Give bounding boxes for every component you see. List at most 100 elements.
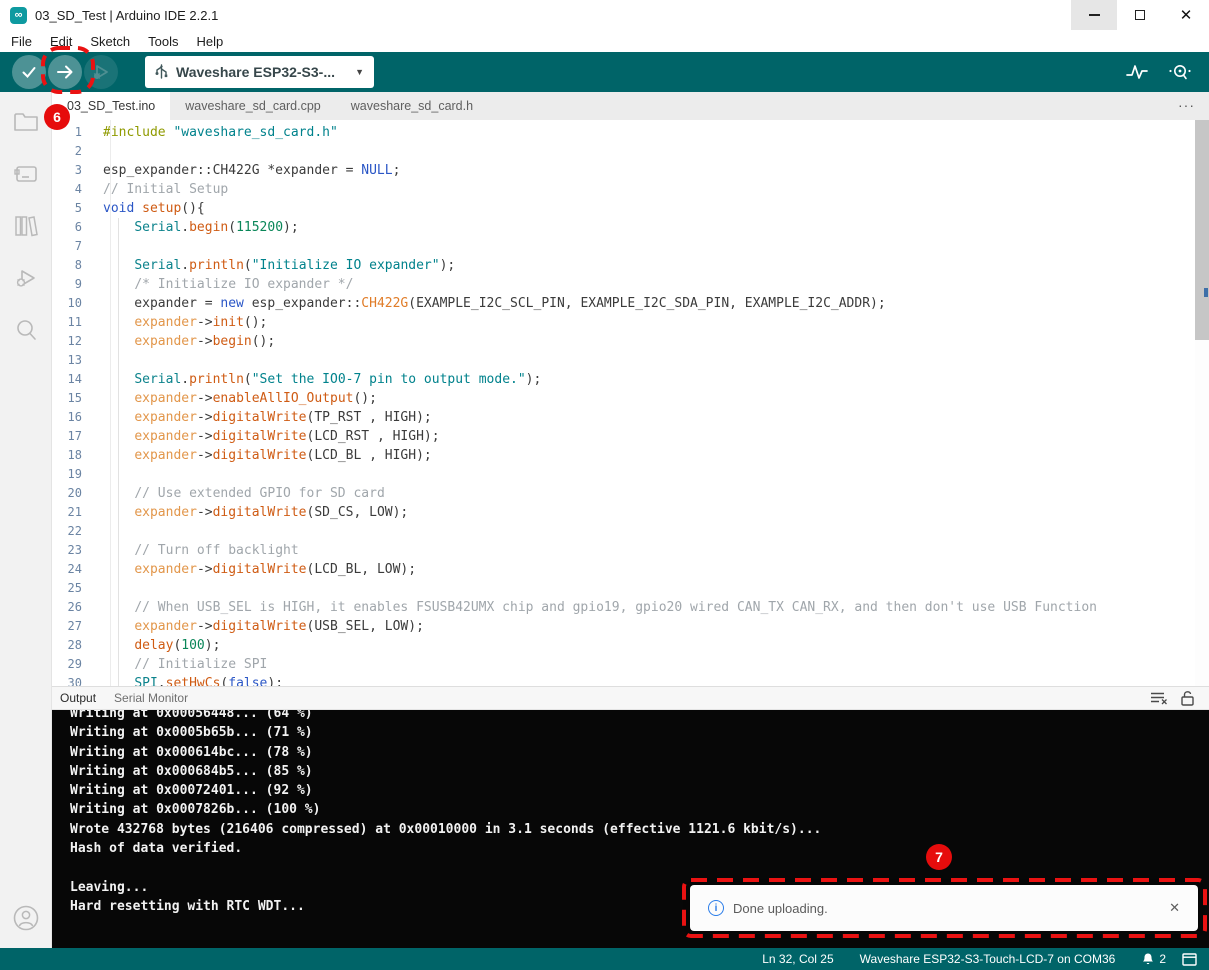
editor-tab-strip: 03_SD_Test.inowaveshare_sd_card.cppwaves…: [52, 92, 1209, 120]
notification-highlight-annotation: [681, 877, 1208, 939]
sidebar-item-boards-manager[interactable]: [8, 156, 44, 192]
sidebar-item-account[interactable]: [8, 900, 44, 936]
editor-scrollbar[interactable]: [1195, 120, 1209, 686]
code-line: 27 expander->digitalWrite(USB_SEL, LOW);: [52, 617, 1209, 636]
line-number: 11: [52, 313, 96, 332]
console-line: Hash of data verified.: [70, 839, 1209, 858]
code-line: 29 // Initialize SPI: [52, 655, 1209, 674]
console-line: [70, 858, 1209, 877]
close-button[interactable]: ✕: [1163, 0, 1209, 30]
code-line: 12 expander->begin();: [52, 332, 1209, 351]
code-line: 10 expander = new esp_expander::CH422G(E…: [52, 294, 1209, 313]
indent-guide: [118, 218, 119, 686]
folder-icon: [13, 111, 39, 133]
line-number: 13: [52, 351, 96, 370]
code-line: 2: [52, 142, 1209, 161]
board-icon: [13, 163, 39, 185]
window-title: 03_SD_Test | Arduino IDE 2.2.1: [35, 8, 218, 23]
line-number: 2: [52, 142, 96, 161]
code-line: 30 SPI.setHwCs(false);: [52, 674, 1209, 686]
line-number: 5: [52, 199, 96, 218]
code-line: 24 expander->digitalWrite(LCD_BL, LOW);: [52, 560, 1209, 579]
tab-waveshare-sd-card-cpp[interactable]: waveshare_sd_card.cpp: [170, 92, 336, 120]
code-line: 25: [52, 579, 1209, 598]
upload-highlight-annotation: [40, 45, 96, 95]
maximize-button[interactable]: [1117, 0, 1163, 30]
chevron-down-icon: ▼: [355, 67, 364, 77]
tab-serial-monitor[interactable]: Serial Monitor: [114, 691, 188, 705]
arduino-app-icon: ∞: [10, 7, 27, 24]
code-line: 6 Serial.begin(115200);: [52, 218, 1209, 237]
console-line: Writing at 0x0007826b... (100 %): [70, 800, 1209, 819]
menu-tools[interactable]: Tools: [139, 34, 187, 49]
code-line: 11 expander->init();: [52, 313, 1209, 332]
code-line: 16 expander->digitalWrite(TP_RST , HIGH)…: [52, 408, 1209, 427]
menu-file[interactable]: File: [2, 34, 41, 49]
toggle-panel-button[interactable]: [1182, 953, 1197, 966]
code-line: 5void setup(){: [52, 199, 1209, 218]
minimize-button[interactable]: [1071, 0, 1117, 30]
code-line: 20 // Use extended GPIO for SD card: [52, 484, 1209, 503]
search-icon: [13, 318, 39, 342]
sidebar-item-sketchbook[interactable]: [8, 104, 44, 140]
panel-icon: [1182, 953, 1197, 966]
code-line: 9 /* Initialize IO expander */: [52, 275, 1209, 294]
gutter-separator: [110, 120, 111, 686]
line-number: 9: [52, 275, 96, 294]
line-number: 14: [52, 370, 96, 389]
title-bar: ∞ 03_SD_Test | Arduino IDE 2.2.1 ✕: [0, 0, 1209, 30]
board-selector-value: Waveshare ESP32-S3-...: [176, 64, 335, 80]
tab-output[interactable]: Output: [60, 691, 96, 705]
tab-waveshare-sd-card-h[interactable]: waveshare_sd_card.h: [336, 92, 488, 120]
line-number: 10: [52, 294, 96, 313]
line-number: 4: [52, 180, 96, 199]
board-port-status[interactable]: Waveshare ESP32-S3-Touch-LCD-7 on COM36: [860, 952, 1116, 966]
line-number: 29: [52, 655, 96, 674]
minimize-icon: [1089, 14, 1100, 15]
code-line: 7: [52, 237, 1209, 256]
code-line: 14 Serial.println("Set the IO0-7 pin to …: [52, 370, 1209, 389]
cursor-position[interactable]: Ln 32, Col 25: [762, 952, 833, 966]
line-number: 23: [52, 541, 96, 560]
scrollbar-thumb[interactable]: [1195, 120, 1209, 340]
console-line: Writing at 0x000684b5... (85 %): [70, 762, 1209, 781]
line-number: 6: [52, 218, 96, 237]
code-line: 19: [52, 465, 1209, 484]
sidebar-item-debug[interactable]: [8, 260, 44, 296]
line-number: 16: [52, 408, 96, 427]
console-line: Writing at 0x00056448... (64 %): [70, 710, 1209, 723]
line-number: 12: [52, 332, 96, 351]
sidebar-item-library-manager[interactable]: [8, 208, 44, 244]
account-icon: [11, 903, 41, 933]
board-selector[interactable]: Waveshare ESP32-S3-... ▼: [145, 56, 374, 88]
serial-plotter-icon[interactable]: [1125, 62, 1149, 82]
line-number: 28: [52, 636, 96, 655]
line-number: 26: [52, 598, 96, 617]
output-panel-header: Output Serial Monitor: [52, 686, 1209, 710]
code-line: 21 expander->digitalWrite(SD_CS, LOW);: [52, 503, 1209, 522]
menu-bar: FileEditSketchToolsHelp: [0, 30, 1209, 52]
code-line: 28 delay(100);: [52, 636, 1209, 655]
toolbar: Waveshare ESP32-S3-... ▼: [0, 52, 1209, 92]
code-editor[interactable]: 1#include "waveshare_sd_card.h"23esp_exp…: [52, 120, 1209, 686]
code-line: 15 expander->enableAllIO_Output();: [52, 389, 1209, 408]
line-number: 24: [52, 560, 96, 579]
line-number: 22: [52, 522, 96, 541]
notifications-button[interactable]: 2: [1141, 952, 1166, 966]
line-number: 21: [52, 503, 96, 522]
serial-monitor-icon[interactable]: [1167, 62, 1193, 82]
sidebar-item-search[interactable]: [8, 312, 44, 348]
status-bar: Ln 32, Col 25 Waveshare ESP32-S3-Touch-L…: [0, 948, 1209, 970]
check-icon: [20, 63, 38, 81]
more-actions-button[interactable]: ···: [1178, 92, 1195, 118]
clear-output-icon[interactable]: [1150, 691, 1168, 705]
console-line: Writing at 0x00072401... (92 %): [70, 781, 1209, 800]
step-7-badge: 7: [926, 844, 952, 870]
line-number: 30: [52, 674, 96, 686]
console-line: Writing at 0x0005b65b... (71 %): [70, 723, 1209, 742]
menu-help[interactable]: Help: [187, 34, 232, 49]
debug-icon: [13, 266, 39, 290]
line-number: 17: [52, 427, 96, 446]
code-line: 26 // When USB_SEL is HIGH, it enables F…: [52, 598, 1209, 617]
unlock-icon[interactable]: [1180, 690, 1195, 706]
